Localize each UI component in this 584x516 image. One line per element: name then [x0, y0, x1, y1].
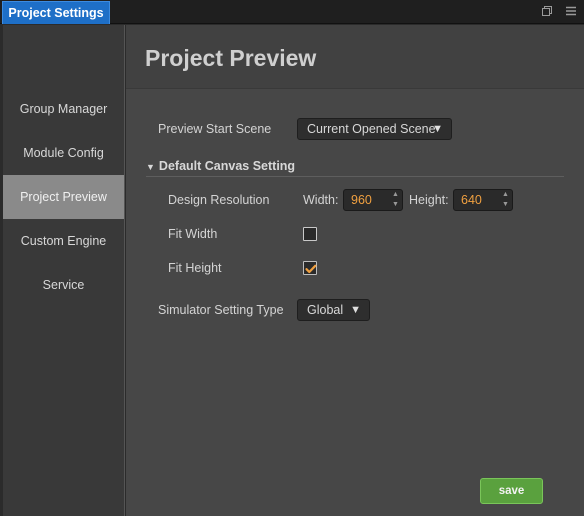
save-button[interactable]: save	[480, 478, 543, 504]
sidebar-item-project-preview[interactable]: Project Preview	[3, 175, 124, 219]
width-input[interactable]: 960 ▲ ▼	[343, 189, 403, 211]
default-canvas-section-header[interactable]: ▼ Default Canvas Setting	[146, 159, 295, 173]
page-title: Project Preview	[145, 45, 317, 71]
panel-header: Project Preview	[126, 25, 584, 89]
height-stepper[interactable]: ▲ ▼	[500, 191, 511, 209]
restore-icon[interactable]	[540, 4, 554, 18]
tab-bar: Project Settings	[0, 0, 584, 24]
menu-icon[interactable]	[564, 4, 578, 18]
width-label: Width:	[303, 193, 339, 207]
height-input[interactable]: 640 ▲ ▼	[453, 189, 513, 211]
fit-height-label: Fit Height	[168, 261, 222, 275]
stepper-down-icon[interactable]: ▼	[500, 201, 511, 209]
stepper-down-icon[interactable]: ▼	[390, 201, 401, 209]
sidebar-item-service[interactable]: Service	[3, 263, 124, 307]
preview-start-scene-label: Preview Start Scene	[158, 122, 272, 136]
settings-sidebar: Group Manager Module Config Project Prev…	[3, 25, 125, 516]
height-value: 640	[461, 193, 482, 207]
section-divider	[146, 176, 564, 177]
tab-project-settings[interactable]: Project Settings	[2, 1, 110, 24]
checkmark-icon	[305, 264, 317, 274]
project-settings-window: Project Settings Group Manager Module Co…	[0, 0, 584, 516]
settings-panel: Project Preview Preview Start Scene Curr…	[126, 25, 584, 516]
section-title: Default Canvas Setting	[158, 159, 296, 173]
stepper-up-icon[interactable]: ▲	[500, 191, 511, 199]
sidebar-item-group-manager[interactable]: Group Manager	[3, 87, 124, 131]
simulator-setting-type-value: Global	[307, 303, 344, 317]
height-label: Height:	[409, 193, 449, 207]
preview-start-scene-value: Current Opened Scene	[307, 122, 436, 136]
tab-bar-icons	[540, 4, 578, 18]
width-stepper[interactable]: ▲ ▼	[390, 191, 401, 209]
width-value: 960	[351, 193, 372, 207]
fit-width-label: Fit Width	[168, 227, 218, 241]
simulator-setting-type-label: Simulator Setting Type	[158, 303, 284, 317]
simulator-setting-type-dropdown[interactable]: Global ▼	[297, 299, 370, 321]
chevron-down-icon: ▼	[432, 123, 443, 135]
stepper-up-icon[interactable]: ▲	[390, 191, 401, 199]
design-resolution-label: Design Resolution	[168, 193, 270, 207]
preview-start-scene-dropdown[interactable]: Current Opened Scene ▼	[297, 118, 452, 140]
collapse-triangle-icon: ▼	[146, 162, 155, 172]
fit-height-checkbox[interactable]	[303, 261, 317, 275]
chevron-down-icon: ▼	[350, 304, 361, 316]
sidebar-item-custom-engine[interactable]: Custom Engine	[3, 219, 124, 263]
sidebar-item-module-config[interactable]: Module Config	[3, 131, 124, 175]
fit-width-checkbox[interactable]	[303, 227, 317, 241]
